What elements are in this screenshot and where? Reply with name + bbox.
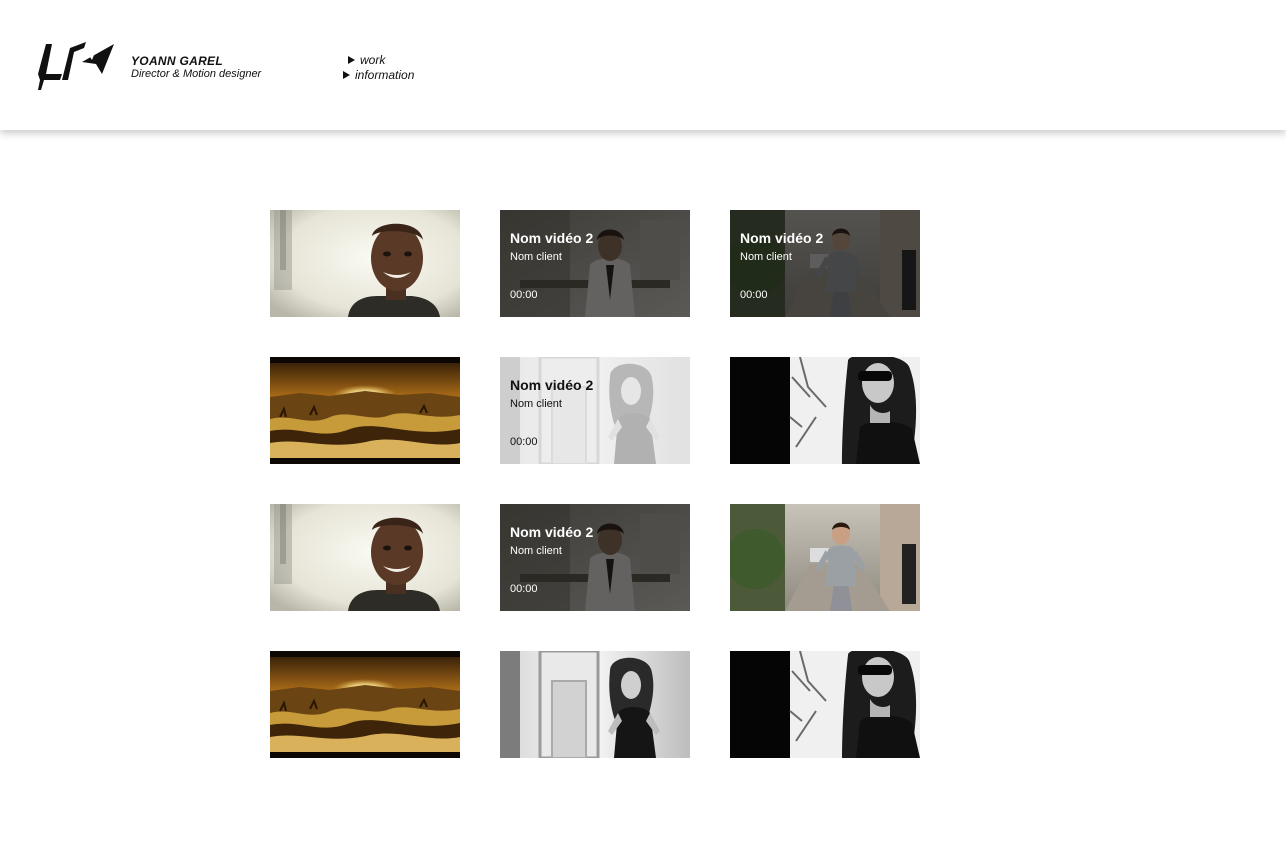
video-thumbnail[interactable]: Nom vidéo 2 Nom client 00:00 [500,357,690,464]
video-thumbnail[interactable] [730,651,920,758]
thumbnail-image [500,651,690,758]
triangle-right-icon [343,70,350,79]
video-thumbnail[interactable] [270,504,460,611]
brand-name: YOANN GAREL [131,54,223,68]
video-thumbnail[interactable] [270,210,460,317]
triangle-right-icon [348,55,355,64]
video-thumbnail[interactable] [270,357,460,464]
video-thumbnail[interactable]: Nom vidéo 2 Nom client 00:00 [730,210,920,317]
video-client: Nom client [510,251,562,263]
nav-work-link[interactable]: work [348,52,414,67]
video-client: Nom client [740,251,792,263]
video-duration: 00:00 [510,289,538,301]
video-duration: 00:00 [740,289,768,301]
video-thumbnail[interactable]: Nom vidéo 2 Nom client 00:00 [500,210,690,317]
thumbnail-image [270,357,460,464]
video-title: Nom vidéo 2 [740,230,824,246]
thumbnail-image [730,651,920,758]
video-info-overlay: Nom vidéo 2 Nom client 00:00 [500,357,690,464]
video-info-overlay: Nom vidéo 2 Nom client 00:00 [500,504,690,611]
thumbnail-image [730,504,920,611]
thumbnail-image [270,651,460,758]
thumbnail-image [270,504,460,611]
video-info-overlay: Nom vidéo 2 Nom client 00:00 [500,210,690,317]
video-client: Nom client [510,545,562,557]
video-info-overlay: Nom vidéo 2 Nom client 00:00 [730,210,920,317]
video-title: Nom vidéo 2 [510,377,594,393]
brand-subtitle: Director & Motion designer [131,68,262,80]
video-thumbnail[interactable] [270,651,460,758]
video-thumbnail[interactable] [500,651,690,758]
thumbnail-image [730,357,920,464]
video-thumbnail[interactable] [730,504,920,611]
thumbnail-image [270,210,460,317]
video-title: Nom vidéo 2 [510,524,594,540]
main-nav: work information [343,52,414,82]
video-thumbnail[interactable] [730,357,920,464]
site-header: YOANN GAREL Director & Motion designer w… [0,0,1286,130]
nav-information-label: information [355,67,415,82]
video-duration: 00:00 [510,436,538,448]
yg-logo-icon[interactable] [38,40,116,92]
nav-work-label: work [360,52,386,67]
video-grid: Nom vidéo 2 Nom client 00:00 Nom vidéo 2… [270,210,920,758]
video-client: Nom client [510,398,562,410]
video-thumbnail[interactable]: Nom vidéo 2 Nom client 00:00 [500,504,690,611]
video-title: Nom vidéo 2 [510,230,594,246]
video-duration: 00:00 [510,583,538,595]
nav-information-link[interactable]: information [343,67,414,82]
